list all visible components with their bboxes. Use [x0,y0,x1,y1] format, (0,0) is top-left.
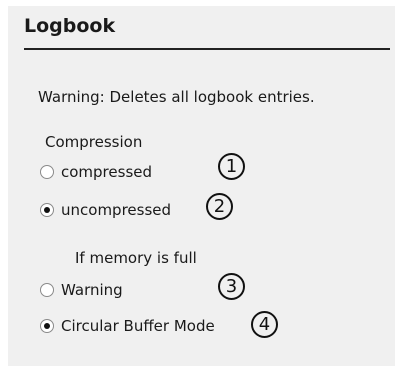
compression-group-label: Compression [45,133,143,151]
radio-uncompressed[interactable]: uncompressed [40,200,171,220]
radio-warning[interactable]: Warning [40,280,123,300]
callout-marker-2: 2 [206,193,233,220]
callout-marker-3: 3 [218,273,245,300]
radio-circular-buffer[interactable]: Circular Buffer Mode [40,316,215,336]
radio-button-selected[interactable] [40,319,54,333]
callout-marker-4: 4 [251,311,278,338]
radio-warning-label[interactable]: Warning [61,281,123,299]
radio-circular-buffer-label[interactable]: Circular Buffer Mode [61,317,215,335]
section-title: Logbook [24,15,116,37]
radio-compressed-label[interactable]: compressed [61,163,152,181]
title-divider [24,48,390,50]
memory-full-group-label: If memory is full [75,249,197,267]
warning-text: Warning: Deletes all logbook entries. [38,88,315,106]
radio-button[interactable] [40,283,54,297]
radio-button-selected[interactable] [40,203,54,217]
radio-compressed[interactable]: compressed [40,162,152,182]
logbook-panel [8,6,395,366]
radio-button[interactable] [40,165,54,179]
radio-uncompressed-label[interactable]: uncompressed [61,201,171,219]
callout-marker-1: 1 [218,153,245,180]
